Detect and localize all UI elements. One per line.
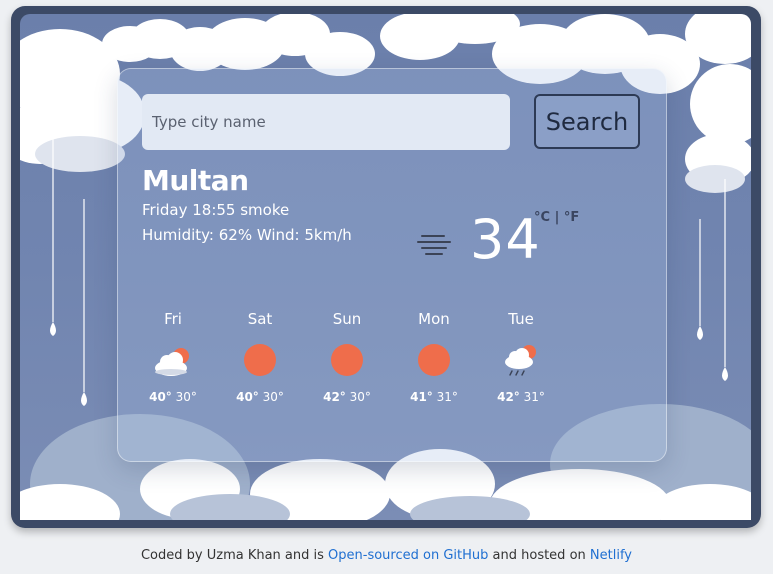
footer-credit: Coded by Uzma Khan and is xyxy=(140,548,324,563)
current-temperature: 34 xyxy=(470,208,541,271)
forecast-day: Fri 40° 30° xyxy=(135,310,211,404)
github-link[interactable]: Open-sourced on GitHub xyxy=(328,548,488,563)
forecast-temps: 40° 30° xyxy=(236,390,284,404)
forecast-temps: 42° 31° xyxy=(497,390,545,404)
rain-showers-icon xyxy=(505,345,536,376)
footer-middle: and hosted on xyxy=(492,548,586,563)
unit-toggle: °C | °F xyxy=(534,210,579,225)
netlify-link[interactable]: Netlify xyxy=(590,548,632,563)
forecast-day-label: Fri xyxy=(164,310,182,328)
date-description: Friday 18:55 smoke xyxy=(142,201,290,219)
unit-separator: | xyxy=(554,210,560,225)
sun-icon xyxy=(331,344,363,376)
forecast-day: Mon 41° 31° xyxy=(396,310,472,404)
forecast-temps: 41° 31° xyxy=(410,390,458,404)
humidity-wind: Humidity: 62% Wind: 5km/h xyxy=(142,226,352,244)
forecast-day: Sat 40° 30° xyxy=(222,310,298,404)
forecast-day: Tue 42° 31° xyxy=(483,310,559,404)
city-name: Multan xyxy=(142,164,249,197)
haze-icon xyxy=(417,235,451,255)
forecast-day-label: Mon xyxy=(418,310,450,328)
forecast-temps: 40° 30° xyxy=(149,390,197,404)
city-search-input[interactable] xyxy=(142,94,510,150)
forecast-temps: 42° 30° xyxy=(323,390,371,404)
footer: Coded by Uzma Khan and is Open-sourced o… xyxy=(0,548,773,563)
fahrenheit-toggle[interactable]: °F xyxy=(564,210,579,225)
forecast-day: Sun 42° 30° xyxy=(309,310,385,404)
forecast-day-label: Sun xyxy=(332,310,362,328)
celsius-toggle[interactable]: °C xyxy=(534,210,550,225)
forecast-day-label: Tue xyxy=(508,310,534,328)
sun-icon xyxy=(244,344,276,376)
search-button[interactable]: Search xyxy=(534,94,640,149)
partly-cloudy-icon xyxy=(155,348,189,376)
forecast-day-label: Sat xyxy=(247,310,273,328)
sun-icon xyxy=(418,344,450,376)
